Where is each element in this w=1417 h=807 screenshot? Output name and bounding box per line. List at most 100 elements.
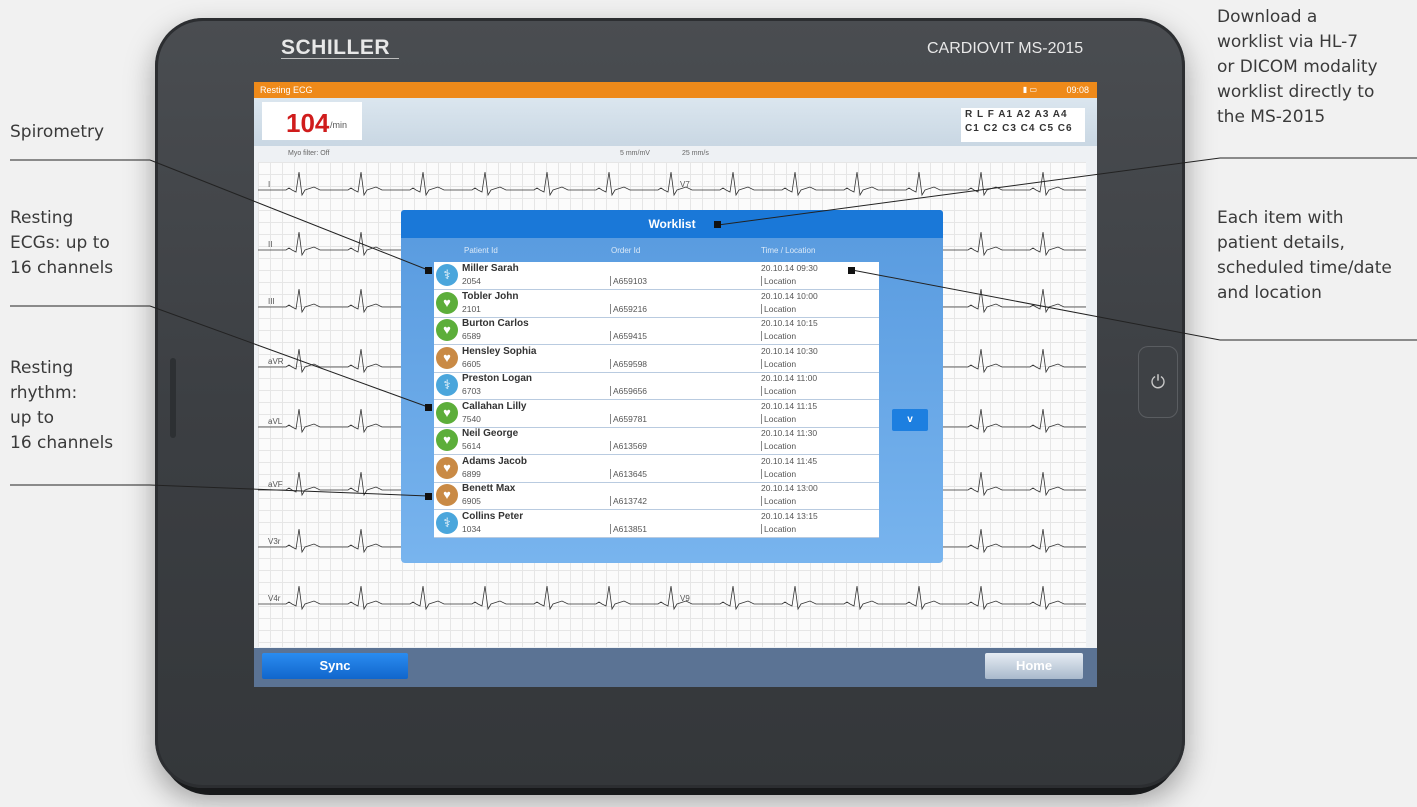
order-id: A659598 bbox=[610, 358, 647, 369]
paper-speed: 25 mm/s bbox=[682, 150, 709, 157]
column-header-order[interactable]: Order Id bbox=[611, 246, 640, 255]
patient-id: 1034 bbox=[462, 523, 481, 534]
worklist-row[interactable]: ⚕ Preston Logan 6703 A659656 20.10.14 11:00 L… bbox=[434, 372, 879, 400]
patient-id: 7540 bbox=[462, 413, 481, 424]
myo-filter: Myo filter: Off bbox=[288, 150, 330, 157]
lead-status-row: R L F A1 A2 A3 A4 bbox=[965, 109, 1068, 120]
location: Location bbox=[761, 496, 796, 506]
order-id: A659216 bbox=[610, 303, 647, 314]
worklist-row[interactable]: ♥ Adams Jacob 6899 A613645 20.10.14 11:45 Loc… bbox=[434, 455, 879, 483]
annotation-line: or DICOM modality bbox=[1217, 57, 1378, 77]
lead-label: V7 bbox=[680, 180, 690, 189]
scheduled-time: 20.10.14 11:15 bbox=[761, 400, 818, 411]
ecg-icon: ♥ bbox=[436, 401, 458, 424]
annotation-line: Resting bbox=[10, 358, 74, 378]
annotation-spirometry: Spirometry bbox=[10, 120, 104, 145]
worklist-row[interactable]: ♥ Benett Max 6905 A613742 20.10.14 13:00 Loca… bbox=[434, 482, 879, 510]
ecg-icon: ♥ bbox=[436, 291, 458, 314]
lead-label: aVF bbox=[268, 480, 283, 489]
location: Location bbox=[761, 331, 796, 341]
order-id: A613645 bbox=[610, 468, 647, 479]
lead-label: V4r bbox=[268, 594, 281, 603]
worklist-row[interactable]: ♥ Neil George 5614 A613569 20.10.14 11:30 Loc… bbox=[434, 427, 879, 455]
clock: 09:08 bbox=[1066, 85, 1089, 95]
home-button[interactable]: Home bbox=[985, 653, 1083, 679]
worklist-list: ⚕ Miller Sarah 2054 A659103 20.10.14 09:30 Lo… bbox=[434, 262, 879, 538]
annotation-line: 16 channels bbox=[10, 258, 114, 278]
lead-label: V9 bbox=[680, 594, 690, 603]
annotation-resting-ecg: Resting ECGs: up to 16 channels bbox=[10, 206, 113, 281]
order-id: A659415 bbox=[610, 331, 647, 341]
location: Location bbox=[761, 358, 796, 369]
spirometry-icon: ⚕ bbox=[436, 264, 458, 286]
scheduled-time: 20.10.14 09:30 bbox=[761, 263, 818, 273]
sync-button[interactable]: Sync bbox=[262, 653, 408, 679]
location: Location bbox=[761, 386, 796, 396]
scheduled-time: 20.10.14 13:00 bbox=[761, 483, 818, 493]
callout-marker bbox=[425, 267, 432, 274]
mode-title: Resting ECG bbox=[260, 85, 313, 95]
scheduled-time: 20.10.14 10:15 bbox=[761, 318, 818, 328]
worklist-row[interactable]: ♥ Callahan Lilly 7540 A659781 20.10.14 11:15… bbox=[434, 400, 879, 428]
location: Location bbox=[761, 413, 796, 424]
annotation-line: scheduled time/date bbox=[1217, 258, 1392, 278]
device-screen: Resting ECG ▮ ▭ 09:08 104 /min R L F A1 … bbox=[254, 82, 1097, 687]
scheduled-time: 20.10.14 13:15 bbox=[761, 510, 818, 521]
annotation-line: Download a bbox=[1217, 7, 1318, 27]
column-header-patient[interactable]: Patient Id bbox=[464, 246, 498, 255]
annotation-line: rhythm: bbox=[10, 383, 78, 403]
bottom-bar: Sync Home bbox=[254, 648, 1097, 687]
lead-label: I bbox=[268, 180, 271, 189]
lead-label: III bbox=[268, 297, 275, 306]
lead-label: II bbox=[268, 240, 273, 249]
rhythm-icon: ♥ bbox=[436, 456, 458, 479]
scroll-down-button[interactable]: v bbox=[892, 409, 928, 431]
brand-logo: SCHILLER bbox=[281, 36, 390, 59]
patient-name: Callahan Lilly bbox=[462, 400, 527, 412]
patient-id: 5614 bbox=[462, 441, 481, 451]
patient-name: Neil George bbox=[462, 428, 519, 439]
battery-icon: ▮ ▭ bbox=[1022, 85, 1037, 94]
patient-name: Adams Jacob bbox=[462, 455, 528, 467]
annotation-each-item: Each item with patient details, schedule… bbox=[1217, 206, 1392, 306]
order-id: A659656 bbox=[610, 386, 647, 396]
patient-id: 2054 bbox=[462, 276, 481, 286]
worklist-row[interactable]: ⚕ Collins Peter 1034 A613851 20.10.14 13:15 L… bbox=[434, 510, 879, 538]
rhythm-icon: ♥ bbox=[436, 346, 458, 369]
scheduled-time: 20.10.14 11:45 bbox=[761, 455, 818, 466]
patient-name: Burton Carlos bbox=[462, 318, 529, 329]
location: Location bbox=[761, 303, 796, 314]
worklist-row[interactable]: ♥ Hensley Sophia 6605 A659598 20.10.14 10:30… bbox=[434, 345, 879, 373]
worklist-row[interactable]: ♥ Burton Carlos 6589 A659415 20.10.14 10:15 L… bbox=[434, 317, 879, 345]
annotation-line: patient details, bbox=[1217, 233, 1345, 253]
ecg-trace bbox=[258, 585, 1086, 611]
power-icon: ⏻ bbox=[1150, 372, 1166, 392]
power-button[interactable]: ⏻ bbox=[1138, 346, 1178, 418]
annotation-line: the MS-2015 bbox=[1217, 107, 1326, 127]
worklist-row[interactable]: ♥ Tobler John 2101 A659216 20.10.14 10:00 Loc… bbox=[434, 290, 879, 318]
patient-id: 6605 bbox=[462, 358, 481, 369]
column-header-time[interactable]: Time / Location bbox=[761, 246, 815, 255]
heart-rate-unit: /min bbox=[330, 120, 348, 130]
heart-rate-value: 104 bbox=[286, 108, 330, 138]
order-id: A659781 bbox=[610, 413, 647, 424]
patient-id: 6703 bbox=[462, 386, 481, 396]
location: Location bbox=[761, 276, 796, 286]
annotation-line: and location bbox=[1217, 283, 1322, 303]
location: Location bbox=[761, 523, 796, 534]
brand-underline bbox=[281, 58, 399, 59]
patient-id: 6589 bbox=[462, 331, 481, 341]
annotation-download-worklist: Download a worklist via HL-7 or DICOM mo… bbox=[1217, 5, 1378, 130]
worklist-row[interactable]: ⚕ Miller Sarah 2054 A659103 20.10.14 09:30 Lo… bbox=[434, 262, 879, 290]
spirometry-icon: ⚕ bbox=[436, 511, 458, 534]
annotation-line: Each item with bbox=[1217, 208, 1344, 228]
patient-name: Hensley Sophia bbox=[462, 345, 537, 357]
spirometry-icon: ⚕ bbox=[436, 374, 458, 396]
patient-id: 6905 bbox=[462, 496, 481, 506]
lead-label: aVL bbox=[268, 417, 283, 426]
ecg-icon: ♥ bbox=[436, 319, 458, 341]
order-id: A613851 bbox=[610, 523, 647, 534]
side-port bbox=[170, 358, 176, 438]
callout-marker bbox=[425, 493, 432, 500]
patient-name: Tobler John bbox=[462, 290, 519, 302]
